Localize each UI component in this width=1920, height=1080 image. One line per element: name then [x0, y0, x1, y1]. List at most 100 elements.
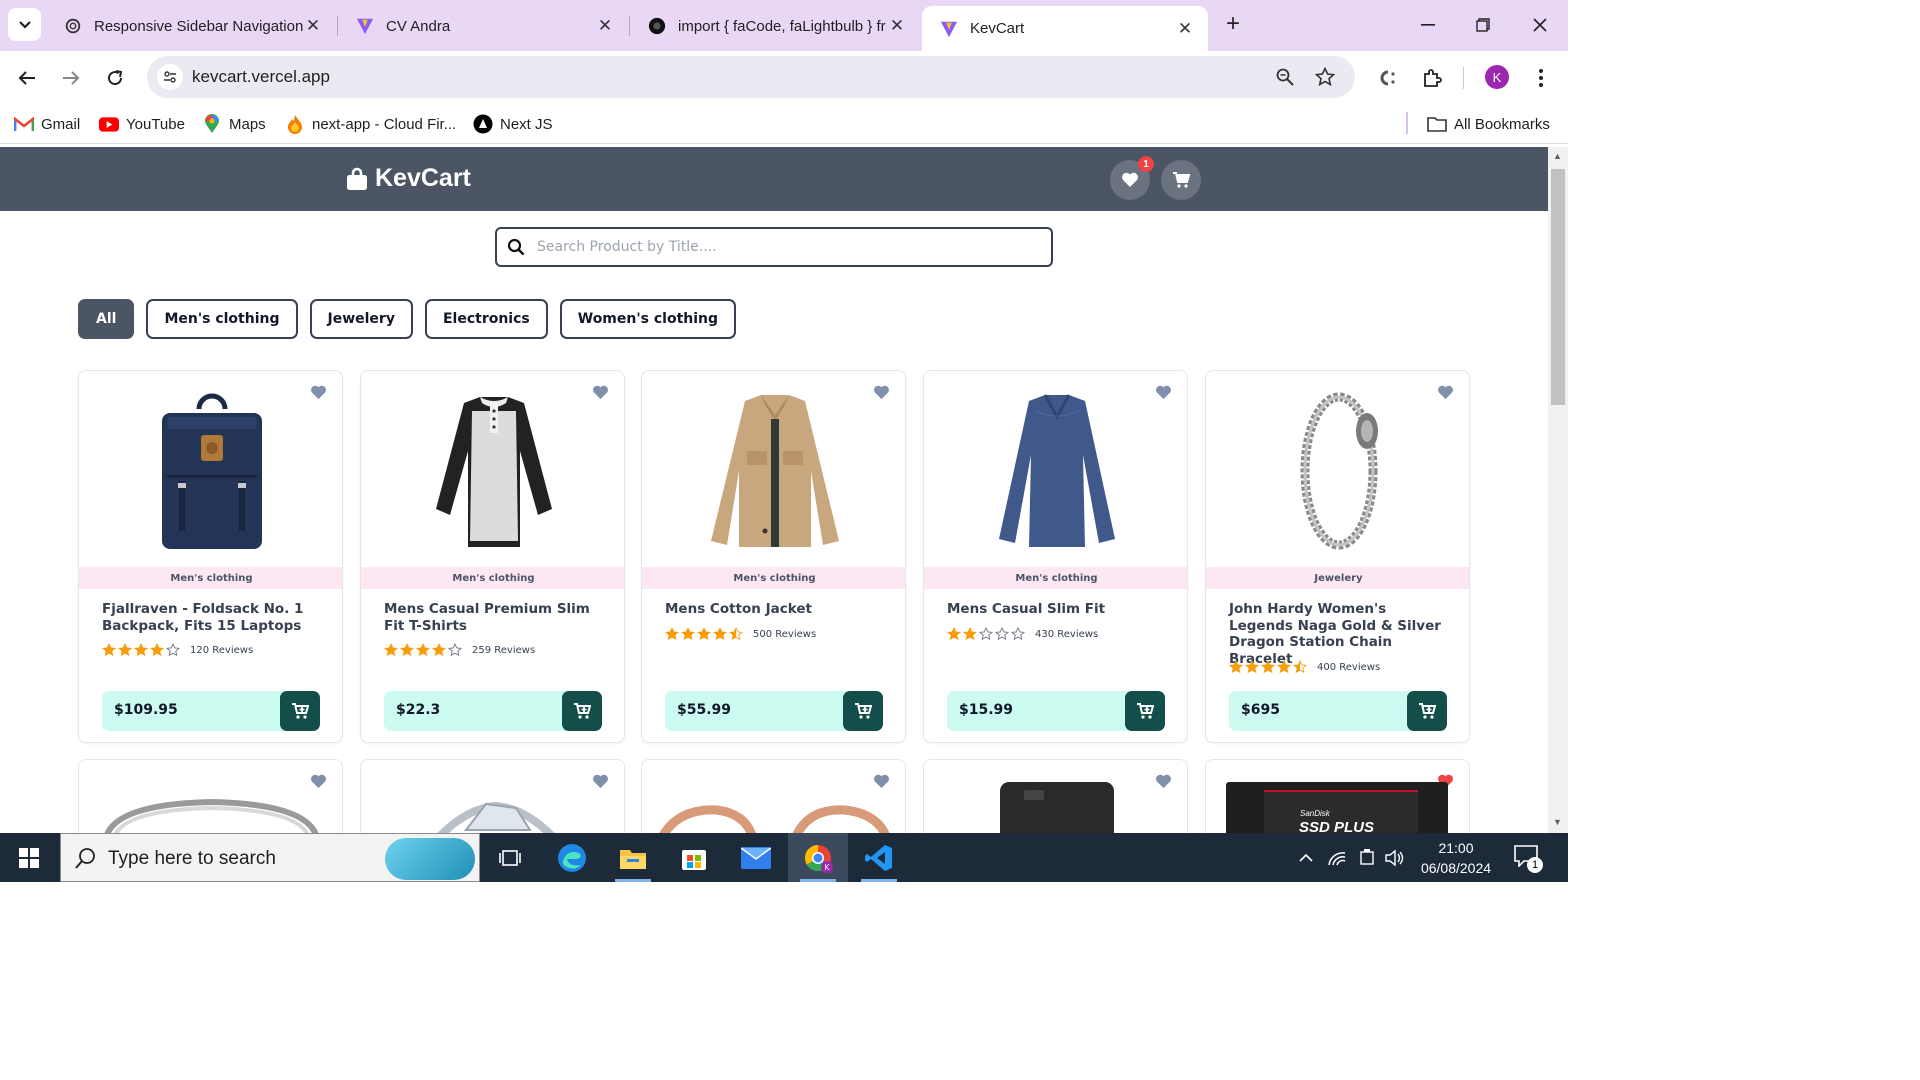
taskbar-store[interactable] [664, 833, 724, 882]
taskbar-chrome[interactable]: K [788, 833, 848, 882]
bookmark-nextjs[interactable]: Next JS [473, 113, 553, 135]
task-view-button[interactable] [480, 833, 540, 882]
browser-tab[interactable]: import { faCode, faLightbulb } fr ✕ [630, 6, 920, 46]
close-tab-icon[interactable]: ✕ [1176, 19, 1194, 39]
filter-womens-clothing[interactable]: Women's clothing [559, 299, 737, 339]
show-hidden-icons[interactable] [1296, 847, 1316, 869]
product-card[interactable] [923, 759, 1188, 833]
taskbar-search[interactable]: Type here to search [60, 833, 480, 882]
product-category: Jewelery [1206, 567, 1469, 589]
star-filled-icon [102, 643, 116, 657]
product-card[interactable]: SanDisk SSD PLUS [1205, 759, 1470, 833]
product-category: Men's clothing [924, 567, 1187, 589]
taskbar-mail[interactable] [726, 833, 786, 882]
extension-c-icon[interactable] [1372, 63, 1402, 93]
profile-avatar[interactable]: K [1485, 65, 1509, 89]
product-title[interactable]: Mens Cotton Jacket [665, 601, 890, 618]
product-image[interactable] [1206, 387, 1469, 555]
heart-icon[interactable] [592, 774, 609, 789]
product-card[interactable] [78, 759, 343, 833]
bookmark-gmail[interactable]: Gmail [14, 113, 80, 135]
browser-tab[interactable]: CV Andra ✕ [338, 6, 628, 46]
product-card[interactable] [641, 759, 906, 833]
product-title[interactable]: Mens Casual Slim Fit [947, 601, 1172, 618]
star-filled-icon [150, 643, 164, 657]
product-image[interactable] [924, 387, 1187, 555]
close-tab-icon[interactable]: ✕ [888, 16, 906, 36]
filter-all[interactable]: All [78, 299, 135, 339]
product-card[interactable]: Men's clothing Mens Casual Slim Fit 430 … [923, 370, 1188, 743]
reload-button[interactable] [100, 63, 130, 93]
zoom-icon[interactable] [1274, 66, 1296, 88]
back-button[interactable] [12, 63, 42, 93]
filter-jewelery[interactable]: Jewelery [309, 299, 413, 339]
site-info-icon[interactable] [157, 64, 183, 90]
tab-search-button[interactable] [8, 8, 41, 41]
star-filled-icon [713, 627, 727, 641]
scroll-up-arrow[interactable]: ▲ [1553, 151, 1562, 161]
network-icon[interactable] [1326, 847, 1348, 869]
address-bar[interactable]: kevcart.vercel.app [147, 56, 1355, 98]
product-title[interactable]: Mens Casual Premium Slim Fit T-Shirts [384, 601, 609, 634]
close-window-button[interactable] [1525, 10, 1555, 40]
filter-electronics[interactable]: Electronics [424, 299, 548, 339]
add-to-cart-button[interactable] [280, 691, 320, 731]
heart-icon[interactable] [310, 774, 327, 789]
diamond-ring-image[interactable] [426, 800, 566, 833]
brand-logo[interactable]: KevCart [346, 164, 471, 193]
scrollbar-thumb[interactable] [1551, 169, 1565, 405]
hard-drive-image[interactable] [1000, 782, 1114, 833]
browser-menu-icon[interactable] [1526, 63, 1556, 93]
cart-button[interactable] [1161, 160, 1201, 200]
earrings-image[interactable] [657, 804, 892, 833]
close-tab-icon[interactable]: ✕ [304, 16, 322, 36]
search-input[interactable] [537, 236, 1037, 258]
product-card[interactable]: Jewelery John Hardy Women's Legends Naga… [1205, 370, 1470, 743]
product-image[interactable] [79, 387, 342, 555]
close-tab-icon[interactable]: ✕ [596, 16, 614, 36]
heart-icon[interactable] [873, 774, 890, 789]
new-tab-button[interactable]: + [1220, 12, 1246, 38]
product-category: Men's clothing [642, 567, 905, 589]
product-title[interactable]: Fjallraven - Foldsack No. 1 Backpack, Fi… [102, 601, 327, 634]
product-search[interactable] [495, 227, 1053, 267]
minimize-button[interactable] [1413, 10, 1443, 40]
product-image[interactable] [361, 387, 624, 555]
all-bookmarks-button[interactable]: All Bookmarks [1427, 113, 1550, 135]
notification-center[interactable]: 1 [1514, 845, 1544, 873]
add-to-cart-button[interactable] [1125, 691, 1165, 731]
browser-tab[interactable]: Responsive Sidebar Navigation ✕ [46, 6, 336, 46]
add-to-cart-button[interactable] [562, 691, 602, 731]
scroll-down-arrow[interactable]: ▼ [1553, 817, 1562, 827]
taskbar-vscode[interactable] [849, 833, 909, 882]
bookmark-youtube[interactable]: YouTube [99, 113, 185, 135]
taskbar-file-explorer[interactable] [603, 833, 663, 882]
battery-icon[interactable] [1356, 847, 1378, 869]
forward-button[interactable] [56, 63, 86, 93]
search-highlight-image[interactable] [385, 838, 475, 880]
product-card[interactable]: Men's clothing Fjallraven - Foldsack No.… [78, 370, 343, 743]
product-image[interactable] [642, 387, 905, 555]
system-clock[interactable]: 21:00 06/08/2024 [1410, 838, 1502, 878]
start-button[interactable] [0, 833, 58, 882]
ring-image[interactable] [104, 798, 319, 833]
restore-button[interactable] [1468, 10, 1498, 40]
filter-mens-clothing[interactable]: Men's clothing [146, 299, 298, 339]
extensions-puzzle-icon[interactable] [1417, 63, 1447, 93]
add-to-cart-button[interactable] [1407, 691, 1447, 731]
ssd-image[interactable]: SanDisk SSD PLUS [1226, 782, 1448, 833]
bookmark-maps[interactable]: Maps [202, 113, 266, 135]
bookmark-firebase[interactable]: next-app - Cloud Fir... [285, 113, 456, 135]
product-card[interactable] [360, 759, 625, 833]
page-scrollbar[interactable]: ▲ ▼ [1548, 147, 1568, 833]
bookmark-star-icon[interactable] [1314, 66, 1336, 88]
browser-tab-active[interactable]: KevCart ✕ [922, 6, 1208, 51]
volume-icon[interactable] [1384, 847, 1406, 869]
add-to-cart-button[interactable] [843, 691, 883, 731]
url-text[interactable]: kevcart.vercel.app [192, 67, 330, 87]
product-card[interactable]: Men's clothing Mens Cotton Jacket 500 Re… [641, 370, 906, 743]
vite-icon [356, 18, 374, 35]
taskbar-edge[interactable] [542, 833, 602, 882]
product-card[interactable]: Men's clothing Mens Casual Premium Slim … [360, 370, 625, 743]
heart-icon[interactable] [1155, 774, 1172, 789]
